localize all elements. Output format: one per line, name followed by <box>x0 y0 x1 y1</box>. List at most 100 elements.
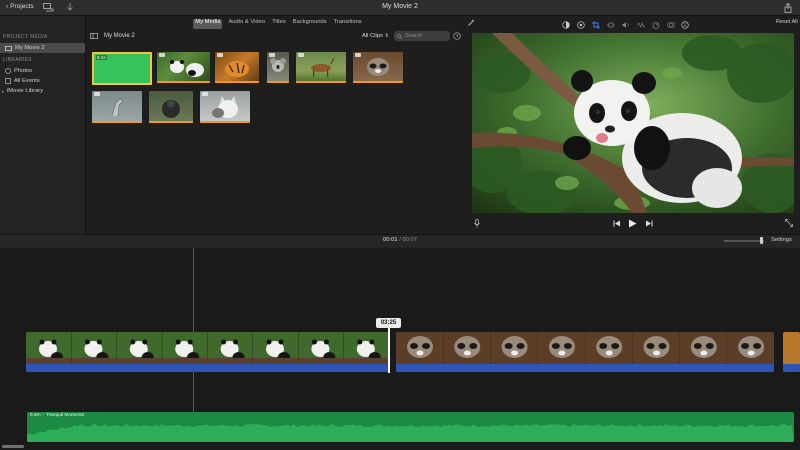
clip-thumbnail-green-screen[interactable]: 5.1s <box>92 52 152 85</box>
video-badge-icon <box>269 53 275 57</box>
panda-frame-thumb <box>298 332 344 364</box>
clip-thumbnail-tiger[interactable] <box>215 52 259 83</box>
panda-picture <box>169 60 204 77</box>
audio-waveform <box>27 424 794 442</box>
timecode: 00:01 / 00:07 <box>383 237 417 243</box>
panda-frame-thumb <box>343 332 389 364</box>
timeline-settings-button[interactable]: Settings <box>771 237 792 243</box>
search-icon <box>397 33 402 39</box>
panda-frame-thumb <box>207 332 253 364</box>
libraries-header: LIBRARIES <box>3 57 32 63</box>
clip-thumbnail-antelope[interactable] <box>296 52 346 83</box>
noise-reduction-icon[interactable] <box>637 21 645 29</box>
clip-duration-label: 03:25 <box>376 318 401 328</box>
usage-bar <box>267 81 289 83</box>
project-media-header: PROJECT MEDIA <box>3 34 48 40</box>
clip-thumbnail-heron[interactable] <box>92 91 142 123</box>
search-input[interactable]: Search <box>394 31 450 41</box>
video-badge-icon <box>217 53 223 57</box>
film-icon <box>5 45 12 51</box>
raccoon-frame-thumb <box>727 332 774 364</box>
events-icon <box>5 78 11 84</box>
horizontal-scrollbar[interactable] <box>2 445 24 448</box>
playhead[interactable] <box>388 328 390 373</box>
volume-icon[interactable] <box>622 21 630 29</box>
panda-frame-thumb <box>116 332 162 364</box>
video-viewer[interactable] <box>472 33 794 213</box>
clip-audio-bar <box>396 364 774 372</box>
tab-audio-video[interactable]: Audio & Video <box>227 19 266 29</box>
clip-thumbnail-cat[interactable] <box>200 91 250 123</box>
sidebar-item-all-events[interactable]: All Events <box>0 76 85 86</box>
video-badge-icon <box>159 53 165 57</box>
zoom-slider-knob[interactable] <box>760 237 763 244</box>
panda-frame-thumb <box>26 332 71 364</box>
reset-all-button[interactable]: Reset All <box>776 19 798 25</box>
timeline-zoom-slider[interactable] <box>724 240 764 242</box>
usage-bar <box>157 81 210 83</box>
stabilization-icon[interactable] <box>607 21 615 29</box>
video-badge-icon <box>355 53 361 57</box>
usage-bar <box>149 121 193 123</box>
viewer-toolbar <box>470 16 800 33</box>
clip-thumbnail-panda[interactable] <box>157 52 210 83</box>
tab-my-media[interactable]: My Media <box>193 19 223 29</box>
tab-titles[interactable]: Titles <box>271 19 287 29</box>
usage-bar <box>215 81 259 83</box>
raccoon-filmstrip <box>396 332 774 364</box>
gorilla-picture <box>162 100 180 118</box>
raccoon-frame-thumb <box>490 332 538 364</box>
photos-icon <box>5 68 11 74</box>
tab-backgrounds[interactable]: Backgrounds <box>292 19 328 29</box>
music-track[interactable] <box>27 412 794 442</box>
skip-forward-icon[interactable] <box>645 220 653 227</box>
fullscreen-icon[interactable] <box>785 219 793 227</box>
clock-icon[interactable] <box>453 32 461 40</box>
crop-icon[interactable] <box>592 21 600 29</box>
video-badge-icon <box>94 92 100 96</box>
play-icon[interactable] <box>628 219 637 228</box>
info-icon[interactable] <box>681 21 689 29</box>
skip-back-icon[interactable] <box>613 220 621 227</box>
browser-title: My Movie 2 <box>104 33 135 39</box>
library-sidebar: PROJECT MEDIA My Movie 2 LIBRARIES Photo… <box>0 16 86 234</box>
timeline-clip-raccoon[interactable] <box>396 332 774 372</box>
tab-transitions[interactable]: Transitions <box>333 19 363 29</box>
panda-frame-thumb <box>253 332 298 364</box>
clip-duration-badge: 5.1s <box>96 55 107 60</box>
updown-chevron-icon: ⇕ <box>384 33 389 39</box>
usage-bar <box>200 121 250 123</box>
raccoon-frame-thumb <box>632 332 680 364</box>
panda-frame-thumb <box>162 332 208 364</box>
clip-thumbnail-raccoon[interactable] <box>353 52 403 83</box>
panda-frame <box>472 33 794 213</box>
media-tabs: My Media Audio & Video Titles Background… <box>86 16 470 29</box>
disclosure-triangle-icon[interactable]: ▸ <box>2 89 4 94</box>
usage-bar <box>296 81 346 83</box>
clip-thumbnail-gorilla[interactable] <box>149 91 193 123</box>
clip-audio-bar <box>26 364 389 372</box>
window-title: My Movie 2 <box>382 3 418 10</box>
sidebar-item-project[interactable]: My Movie 2 <box>0 43 85 53</box>
video-badge-icon <box>298 53 304 57</box>
color-correction-icon[interactable] <box>577 21 585 29</box>
sidebar-item-imovie-library[interactable]: ▸ iMovie Library <box>0 86 85 96</box>
share-icon[interactable] <box>784 3 792 13</box>
timeline-clip-next[interactable] <box>783 332 800 372</box>
sidebar-item-photos[interactable]: Photos <box>0 66 85 76</box>
clip-thumbnail-koala[interactable] <box>267 52 289 83</box>
all-clips-dropdown[interactable]: All Clips ⇕ <box>362 33 389 39</box>
music-track-label: 5.9m – Tranquil Moments <box>30 413 85 418</box>
video-badge-icon <box>202 92 208 96</box>
timeline-clip-panda[interactable] <box>26 332 389 372</box>
microphone-icon[interactable] <box>474 219 480 228</box>
clip-audio-bar <box>783 364 800 372</box>
sidebar-toggle-icon[interactable] <box>90 33 98 39</box>
usage-bar <box>92 121 142 123</box>
viewer-controls <box>470 213 800 234</box>
speed-icon[interactable] <box>652 21 660 29</box>
color-balance-icon[interactable] <box>562 21 570 29</box>
raccoon-frame-thumb <box>537 332 585 364</box>
clip-filter-icon[interactable] <box>667 21 675 29</box>
raccoon-frame-thumb <box>396 332 443 364</box>
